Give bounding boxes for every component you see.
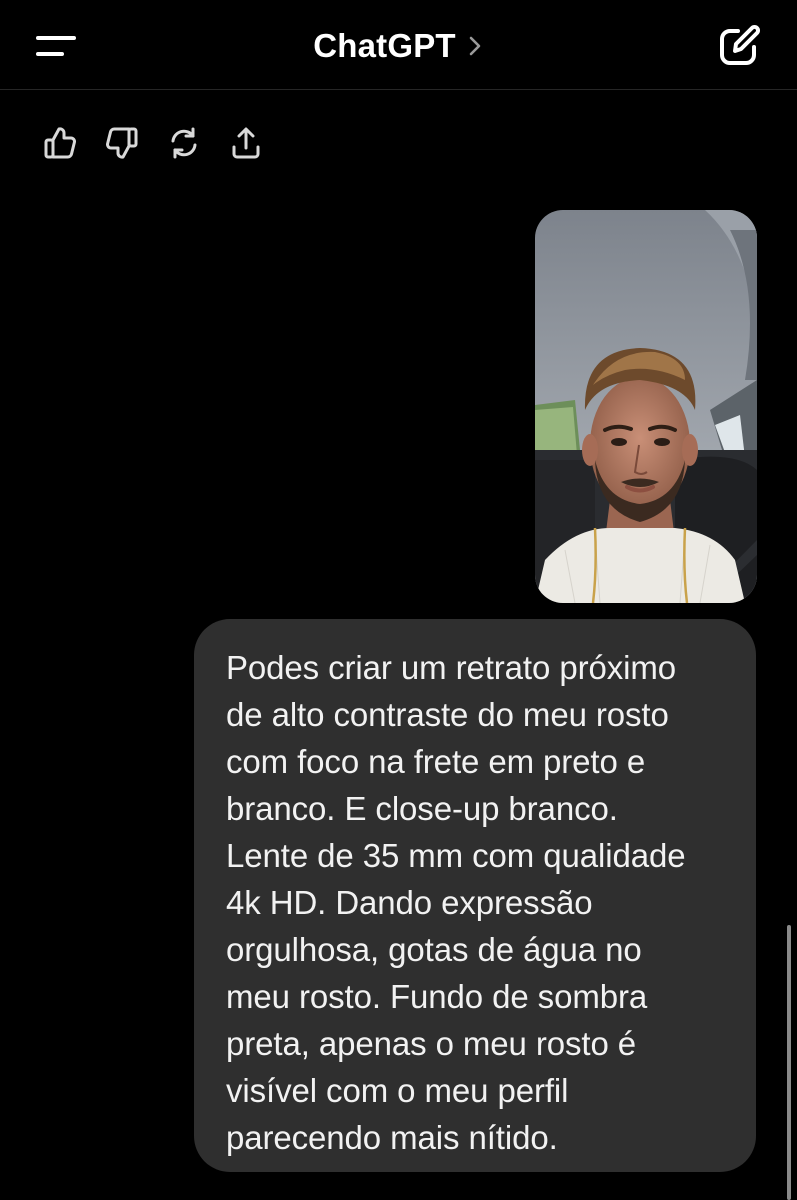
- message-line: parecendo mais nítido.: [226, 1119, 558, 1156]
- regenerate-icon[interactable]: [164, 120, 204, 166]
- new-chat-icon[interactable]: [716, 22, 766, 70]
- selfie-photo: [535, 210, 757, 603]
- message-line: visível com o meu perfil: [226, 1072, 569, 1109]
- scrollbar[interactable]: [787, 925, 791, 1200]
- share-icon[interactable]: [226, 120, 266, 166]
- chevron-right-icon: [469, 36, 481, 56]
- message-line: Lente de 35 mm com qualidade: [226, 837, 686, 874]
- message-line: orgulhosa, gotas de água no: [226, 931, 642, 968]
- message-line: preta, apenas o meu rosto é: [226, 1025, 637, 1062]
- model-selector[interactable]: ChatGPT: [0, 24, 797, 68]
- thumbs-down-icon[interactable]: [102, 120, 142, 166]
- message-line: meu rosto. Fundo de sombra: [226, 978, 648, 1015]
- message-line: com foco na frete em preto e: [226, 743, 646, 780]
- message-line: 4k HD. Dando expressão: [226, 884, 593, 921]
- thumbs-up-icon[interactable]: [40, 120, 80, 166]
- user-message-bubble: Podes criar um retrato próximo de alto c…: [194, 619, 756, 1172]
- message-actions: [40, 120, 266, 170]
- app-title: ChatGPT: [313, 27, 456, 64]
- message-line: Podes criar um retrato próximo: [226, 649, 676, 686]
- image-attachment[interactable]: [535, 210, 757, 603]
- message-line: de alto contraste do meu rosto: [226, 696, 669, 733]
- message-line: branco. E close-up branco.: [226, 790, 618, 827]
- top-bar: ChatGPT: [0, 0, 797, 90]
- chat-screen: ChatGPT Podes criar um retrato próximo d…: [0, 0, 797, 1200]
